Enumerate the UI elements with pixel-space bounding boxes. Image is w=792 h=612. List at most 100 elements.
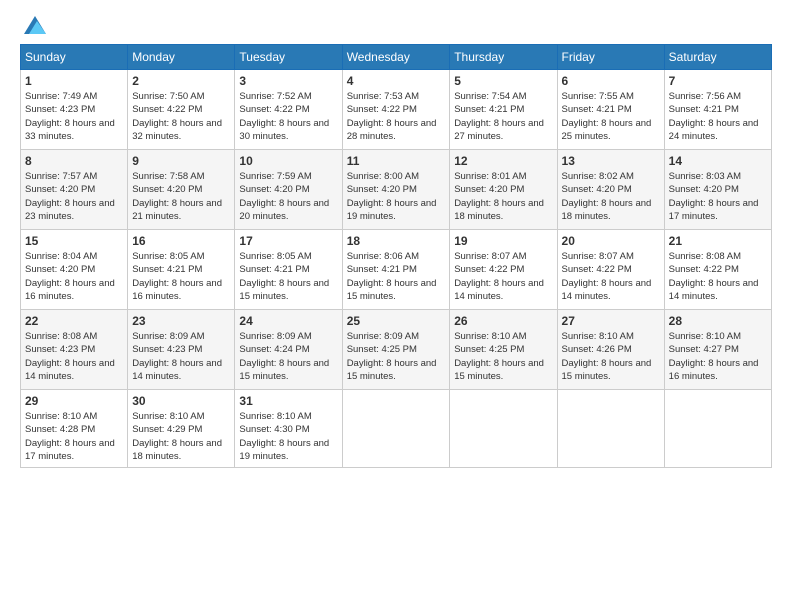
day-info: Sunrise: 8:10 AMSunset: 4:28 PMDaylight:… <box>25 410 123 463</box>
calendar-cell: 13 Sunrise: 8:02 AMSunset: 4:20 PMDayligh… <box>557 150 664 230</box>
day-info: Sunrise: 8:08 AMSunset: 4:23 PMDaylight:… <box>25 330 123 383</box>
calendar-cell: 6 Sunrise: 7:55 AMSunset: 4:21 PMDaylight… <box>557 70 664 150</box>
day-number: 1 <box>25 74 123 88</box>
calendar-cell: 21 Sunrise: 8:08 AMSunset: 4:22 PMDayligh… <box>664 230 771 310</box>
weekday-header-friday: Friday <box>557 45 664 70</box>
day-info: Sunrise: 7:53 AMSunset: 4:22 PMDaylight:… <box>347 90 446 143</box>
day-info: Sunrise: 8:05 AMSunset: 4:21 PMDaylight:… <box>239 250 337 303</box>
calendar-cell: 17 Sunrise: 8:05 AMSunset: 4:21 PMDayligh… <box>235 230 342 310</box>
day-info: Sunrise: 7:49 AMSunset: 4:23 PMDaylight:… <box>25 90 123 143</box>
day-number: 8 <box>25 154 123 168</box>
day-number: 17 <box>239 234 337 248</box>
day-number: 18 <box>347 234 446 248</box>
day-info: Sunrise: 8:04 AMSunset: 4:20 PMDaylight:… <box>25 250 123 303</box>
calendar-cell: 27Sunrise: 8:10 AMSunset: 4:26 PMDayligh… <box>557 310 664 390</box>
day-number: 12 <box>454 154 552 168</box>
calendar-cell: 10 Sunrise: 7:59 AMSunset: 4:20 PMDayligh… <box>235 150 342 230</box>
day-info: Sunrise: 7:56 AMSunset: 4:21 PMDaylight:… <box>669 90 767 143</box>
day-number: 13 <box>562 154 660 168</box>
day-number: 16 <box>132 234 230 248</box>
day-info: Sunrise: 8:10 AMSunset: 4:27 PMDaylight:… <box>669 330 767 383</box>
day-number: 6 <box>562 74 660 88</box>
day-number: 19 <box>454 234 552 248</box>
day-number: 14 <box>669 154 767 168</box>
day-number: 5 <box>454 74 552 88</box>
day-info: Sunrise: 7:55 AMSunset: 4:21 PMDaylight:… <box>562 90 660 143</box>
logo <box>20 16 46 34</box>
weekday-header-tuesday: Tuesday <box>235 45 342 70</box>
calendar-cell: 11 Sunrise: 8:00 AMSunset: 4:20 PMDayligh… <box>342 150 450 230</box>
calendar-cell: 18 Sunrise: 8:06 AMSunset: 4:21 PMDayligh… <box>342 230 450 310</box>
day-info: Sunrise: 7:50 AMSunset: 4:22 PMDaylight:… <box>132 90 230 143</box>
logo-icon <box>24 16 46 34</box>
calendar-cell: 15 Sunrise: 8:04 AMSunset: 4:20 PMDayligh… <box>21 230 128 310</box>
calendar-cell: 12 Sunrise: 8:01 AMSunset: 4:20 PMDayligh… <box>450 150 557 230</box>
calendar-cell: 30Sunrise: 8:10 AMSunset: 4:29 PMDayligh… <box>128 390 235 468</box>
calendar-cell: 23 Sunrise: 8:09 AMSunset: 4:23 PMDayligh… <box>128 310 235 390</box>
day-number: 26 <box>454 314 552 328</box>
day-info: Sunrise: 8:09 AMSunset: 4:24 PMDaylight:… <box>239 330 337 383</box>
day-info: Sunrise: 8:09 AMSunset: 4:23 PMDaylight:… <box>132 330 230 383</box>
calendar-cell: 5 Sunrise: 7:54 AMSunset: 4:21 PMDaylight… <box>450 70 557 150</box>
weekday-header-wednesday: Wednesday <box>342 45 450 70</box>
day-info: Sunrise: 8:01 AMSunset: 4:20 PMDaylight:… <box>454 170 552 223</box>
calendar-cell: 2 Sunrise: 7:50 AMSunset: 4:22 PMDaylight… <box>128 70 235 150</box>
day-info: Sunrise: 8:03 AMSunset: 4:20 PMDaylight:… <box>669 170 767 223</box>
header <box>20 16 772 34</box>
calendar-cell: 1 Sunrise: 7:49 AMSunset: 4:23 PMDaylight… <box>21 70 128 150</box>
day-info: Sunrise: 8:07 AMSunset: 4:22 PMDaylight:… <box>454 250 552 303</box>
day-info: Sunrise: 8:02 AMSunset: 4:20 PMDaylight:… <box>562 170 660 223</box>
calendar-cell <box>342 390 450 468</box>
day-number: 20 <box>562 234 660 248</box>
day-info: Sunrise: 8:00 AMSunset: 4:20 PMDaylight:… <box>347 170 446 223</box>
day-info: Sunrise: 8:08 AMSunset: 4:22 PMDaylight:… <box>669 250 767 303</box>
calendar-cell: 29Sunrise: 8:10 AMSunset: 4:28 PMDayligh… <box>21 390 128 468</box>
day-number: 22 <box>25 314 123 328</box>
day-info: Sunrise: 8:07 AMSunset: 4:22 PMDaylight:… <box>562 250 660 303</box>
day-info: Sunrise: 7:52 AMSunset: 4:22 PMDaylight:… <box>239 90 337 143</box>
calendar-cell: 8Sunrise: 7:57 AMSunset: 4:20 PMDaylight… <box>21 150 128 230</box>
calendar-cell: 31Sunrise: 8:10 AMSunset: 4:30 PMDayligh… <box>235 390 342 468</box>
day-number: 11 <box>347 154 446 168</box>
calendar-cell: 20 Sunrise: 8:07 AMSunset: 4:22 PMDayligh… <box>557 230 664 310</box>
day-number: 10 <box>239 154 337 168</box>
day-number: 24 <box>239 314 337 328</box>
weekday-header-saturday: Saturday <box>664 45 771 70</box>
calendar-cell: 16 Sunrise: 8:05 AMSunset: 4:21 PMDayligh… <box>128 230 235 310</box>
day-number: 4 <box>347 74 446 88</box>
calendar-cell: 25 Sunrise: 8:09 AMSunset: 4:25 PMDayligh… <box>342 310 450 390</box>
day-number: 15 <box>25 234 123 248</box>
day-info: Sunrise: 8:06 AMSunset: 4:21 PMDaylight:… <box>347 250 446 303</box>
day-info: Sunrise: 8:09 AMSunset: 4:25 PMDaylight:… <box>347 330 446 383</box>
day-info: Sunrise: 8:10 AMSunset: 4:30 PMDaylight:… <box>239 410 337 463</box>
day-number: 30 <box>132 394 230 408</box>
day-info: Sunrise: 7:59 AMSunset: 4:20 PMDaylight:… <box>239 170 337 223</box>
weekday-header-sunday: Sunday <box>21 45 128 70</box>
calendar-cell: 4 Sunrise: 7:53 AMSunset: 4:22 PMDaylight… <box>342 70 450 150</box>
day-number: 9 <box>132 154 230 168</box>
day-number: 25 <box>347 314 446 328</box>
day-info: Sunrise: 7:54 AMSunset: 4:21 PMDaylight:… <box>454 90 552 143</box>
calendar-cell: 3 Sunrise: 7:52 AMSunset: 4:22 PMDaylight… <box>235 70 342 150</box>
page-container: SundayMondayTuesdayWednesdayThursdayFrid… <box>0 0 792 478</box>
calendar-cell: 26Sunrise: 8:10 AMSunset: 4:25 PMDayligh… <box>450 310 557 390</box>
calendar-cell: 9 Sunrise: 7:58 AMSunset: 4:20 PMDaylight… <box>128 150 235 230</box>
calendar-cell: 7 Sunrise: 7:56 AMSunset: 4:21 PMDaylight… <box>664 70 771 150</box>
day-info: Sunrise: 8:05 AMSunset: 4:21 PMDaylight:… <box>132 250 230 303</box>
day-info: Sunrise: 7:58 AMSunset: 4:20 PMDaylight:… <box>132 170 230 223</box>
calendar-cell: 19 Sunrise: 8:07 AMSunset: 4:22 PMDayligh… <box>450 230 557 310</box>
weekday-header-thursday: Thursday <box>450 45 557 70</box>
calendar-cell: 28Sunrise: 8:10 AMSunset: 4:27 PMDayligh… <box>664 310 771 390</box>
day-number: 7 <box>669 74 767 88</box>
day-number: 2 <box>132 74 230 88</box>
weekday-header-monday: Monday <box>128 45 235 70</box>
day-number: 27 <box>562 314 660 328</box>
calendar-cell <box>450 390 557 468</box>
day-number: 21 <box>669 234 767 248</box>
calendar-cell: 14 Sunrise: 8:03 AMSunset: 4:20 PMDayligh… <box>664 150 771 230</box>
calendar-cell <box>557 390 664 468</box>
day-number: 3 <box>239 74 337 88</box>
calendar-table: SundayMondayTuesdayWednesdayThursdayFrid… <box>20 44 772 468</box>
day-number: 23 <box>132 314 230 328</box>
calendar-cell: 22 Sunrise: 8:08 AMSunset: 4:23 PMDayligh… <box>21 310 128 390</box>
